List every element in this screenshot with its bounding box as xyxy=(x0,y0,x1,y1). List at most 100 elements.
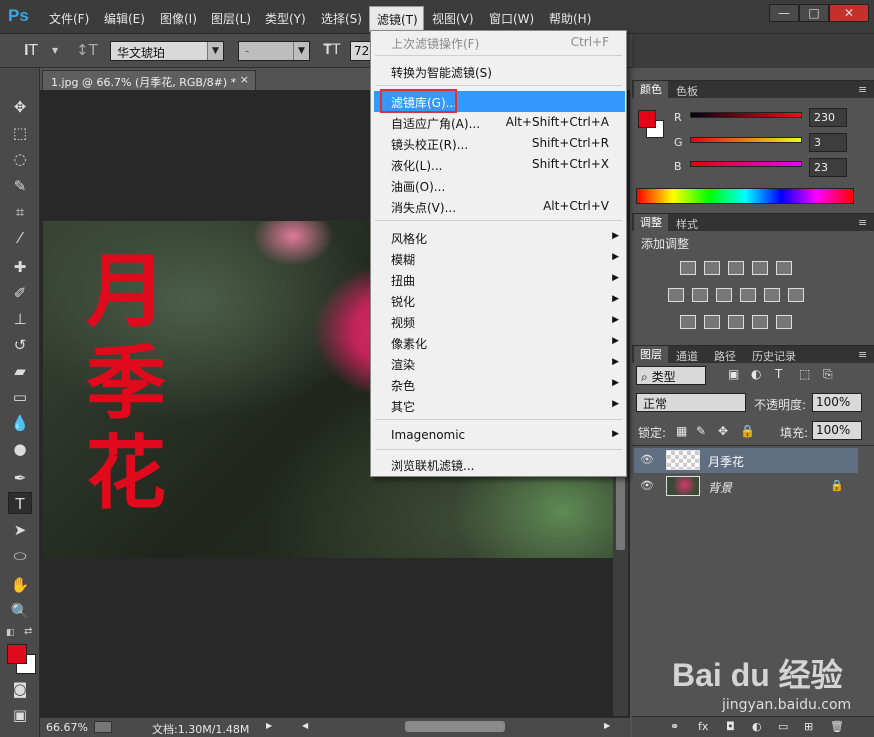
status-menu-arrow-icon[interactable]: ▶ xyxy=(266,721,272,730)
black-white-icon[interactable] xyxy=(716,288,732,302)
add-mask-icon[interactable]: ◘ xyxy=(726,720,735,733)
layer-row[interactable]: 👁 背景 🔒 xyxy=(634,474,858,499)
menu-help[interactable]: 帮助(H) xyxy=(549,10,591,27)
filter-shape-icon[interactable]: ⬚ xyxy=(799,367,810,381)
document-tab[interactable]: 1.jpg @ 66.7% (月季花, RGB/8#) * × xyxy=(42,70,256,90)
color-balance-icon[interactable] xyxy=(692,288,708,302)
menu-item-other[interactable]: 其它 ▶ xyxy=(371,395,626,416)
zoom-level[interactable]: 66.67% xyxy=(46,721,88,734)
menu-item-pixelate[interactable]: 像素化 ▶ xyxy=(371,332,626,353)
tab-adjustments[interactable]: 调整 xyxy=(634,214,668,232)
scroll-left-icon[interactable]: ◀ xyxy=(302,721,308,730)
layer-row[interactable]: 👁 月季花 xyxy=(634,448,858,473)
status-icon[interactable] xyxy=(94,721,112,733)
lock-position-icon[interactable]: ✥ xyxy=(718,424,728,438)
eyedropper-tool-icon[interactable]: ⁄ xyxy=(8,227,32,249)
menu-select[interactable]: 选择(S) xyxy=(321,10,362,27)
tab-channels[interactable]: 通道 xyxy=(676,348,698,364)
g-slider[interactable] xyxy=(690,137,802,143)
tab-styles[interactable]: 样式 xyxy=(676,216,698,232)
default-colors-icon[interactable]: ◧ xyxy=(6,628,15,638)
channel-mixer-icon[interactable] xyxy=(764,288,780,302)
type-tool-icon[interactable]: T xyxy=(8,492,32,514)
dodge-tool-icon[interactable]: ● xyxy=(8,438,32,460)
filter-smart-object-icon[interactable]: ⎘ xyxy=(823,367,833,382)
font-size-input[interactable]: 72 xyxy=(350,41,372,61)
menu-item-liquify[interactable]: 液化(L)... Shift+Ctrl+X xyxy=(371,154,626,175)
menu-type[interactable]: 类型(Y) xyxy=(265,10,306,27)
lock-transparent-icon[interactable]: ▦ xyxy=(676,424,687,438)
close-button[interactable]: ✕ xyxy=(829,4,869,22)
filter-adjustment-icon[interactable]: ◐ xyxy=(751,367,761,381)
menu-item-vanishing-point[interactable]: 消失点(V)... Alt+Ctrl+V xyxy=(371,196,626,217)
tool-preset-arrow-icon[interactable]: ▼ xyxy=(52,46,58,55)
path-select-tool-icon[interactable]: ➤ xyxy=(8,519,32,541)
menu-item-video[interactable]: 视频 ▶ xyxy=(371,311,626,332)
font-style-select[interactable]: - ▼ xyxy=(238,41,310,61)
trash-icon[interactable]: 🗑 xyxy=(830,720,844,733)
menu-edit[interactable]: 编辑(E) xyxy=(104,10,145,27)
menu-view[interactable]: 视图(V) xyxy=(432,10,474,27)
hand-tool-icon[interactable]: ✋ xyxy=(8,574,32,596)
minimize-button[interactable]: — xyxy=(769,4,799,22)
gradient-tool-icon[interactable]: ▭ xyxy=(8,386,32,408)
panel-menu-icon[interactable]: ≡ xyxy=(858,348,867,361)
b-slider[interactable] xyxy=(690,161,802,167)
photo-filter-icon[interactable] xyxy=(740,288,756,302)
panel-menu-icon[interactable]: ≡ xyxy=(858,83,867,96)
filter-pixel-icon[interactable]: ▣ xyxy=(728,367,739,381)
layer-filter-select[interactable]: ⌕ 类型 xyxy=(636,366,706,385)
menu-filter[interactable]: 滤镜(T) xyxy=(369,6,424,32)
menu-item-lens-correction[interactable]: 镜头校正(R)... Shift+Ctrl+R xyxy=(371,133,626,154)
tab-history[interactable]: 历史记录 xyxy=(752,348,796,364)
eraser-tool-icon[interactable]: ▰ xyxy=(8,360,32,382)
history-brush-tool-icon[interactable]: ↺ xyxy=(8,334,32,356)
menu-item-oil-paint[interactable]: 油画(O)... xyxy=(371,175,626,196)
menu-file[interactable]: 文件(F) xyxy=(49,10,89,27)
tab-swatches[interactable]: 色板 xyxy=(676,83,698,99)
healing-brush-tool-icon[interactable]: ✚ xyxy=(8,256,32,278)
layer-style-icon[interactable]: fx xyxy=(698,720,708,733)
brightness-icon[interactable] xyxy=(680,261,696,275)
foreground-color-swatch[interactable] xyxy=(7,644,27,664)
b-value-input[interactable]: 23 xyxy=(809,158,847,177)
link-layers-icon[interactable]: ⚭ xyxy=(670,720,679,733)
menu-item-noise[interactable]: 杂色 ▶ xyxy=(371,374,626,395)
brush-tool-icon[interactable]: ✐ xyxy=(8,282,32,304)
lock-image-icon[interactable]: ✎ xyxy=(696,424,706,438)
r-slider[interactable] xyxy=(690,112,802,118)
menu-item-sharpen[interactable]: 锐化 ▶ xyxy=(371,290,626,311)
marquee-tool-icon[interactable]: ⬚ xyxy=(8,122,32,144)
blend-mode-select[interactable]: 正常 xyxy=(636,393,746,412)
menu-item-browse-online[interactable]: 浏览联机滤镜... xyxy=(371,454,626,475)
menu-item-stylize[interactable]: 风格化 ▶ xyxy=(371,227,626,248)
threshold-icon[interactable] xyxy=(728,315,744,329)
color-lookup-icon[interactable] xyxy=(788,288,804,302)
invert-icon[interactable] xyxy=(680,315,696,329)
panel-menu-icon[interactable]: ≡ xyxy=(858,216,867,229)
menu-window[interactable]: 窗口(W) xyxy=(489,10,534,27)
screen-mode-icon[interactable]: ▣ xyxy=(8,704,32,726)
menu-item-render[interactable]: 渲染 ▶ xyxy=(371,353,626,374)
posterize-icon[interactable] xyxy=(704,315,720,329)
adjustment-layer-icon[interactable]: ◐ xyxy=(752,720,762,733)
menu-layer[interactable]: 图层(L) xyxy=(211,10,251,27)
menu-image[interactable]: 图像(I) xyxy=(160,10,197,27)
selective-color-icon[interactable] xyxy=(752,315,768,329)
zoom-tool-icon[interactable]: 🔍 xyxy=(8,600,32,622)
levels-icon[interactable] xyxy=(704,261,720,275)
menu-item-imagenomic[interactable]: Imagenomic ▶ xyxy=(371,425,626,446)
clone-stamp-tool-icon[interactable]: ⊥ xyxy=(8,308,32,330)
vibrance-icon[interactable] xyxy=(776,261,792,275)
font-family-select[interactable]: 华文琥珀 ▼ xyxy=(110,41,224,61)
blur-tool-icon[interactable]: 💧 xyxy=(8,412,32,434)
tab-layers[interactable]: 图层 xyxy=(634,346,668,364)
fill-input[interactable]: 100% xyxy=(812,421,862,440)
color-spectrum-bar[interactable] xyxy=(636,188,854,204)
g-value-input[interactable]: 3 xyxy=(809,133,847,152)
curves-icon[interactable] xyxy=(728,261,744,275)
tab-close-icon[interactable]: × xyxy=(240,73,249,86)
layer-name[interactable]: 月季花 xyxy=(708,453,744,470)
hue-saturation-icon[interactable] xyxy=(668,288,684,302)
layer-name[interactable]: 背景 xyxy=(708,479,732,496)
